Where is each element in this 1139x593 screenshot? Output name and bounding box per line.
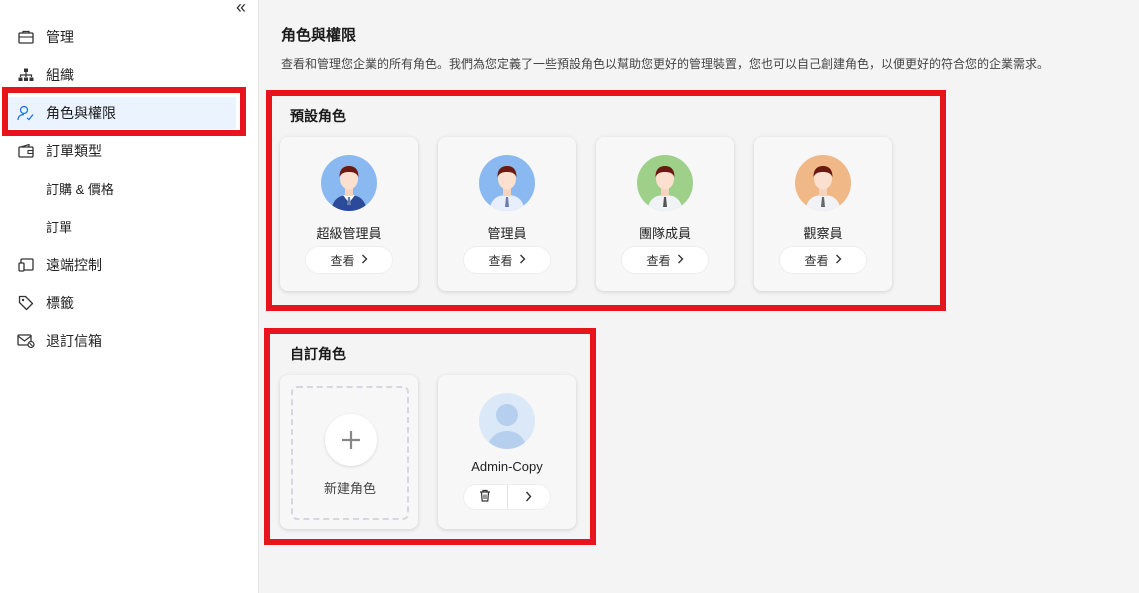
collapse-sidebar-icon[interactable]: « <box>232 0 250 16</box>
sidebar-item-tags[interactable]: 標籤 <box>8 287 236 319</box>
highlight-box <box>264 328 596 545</box>
sidebar-item-label: 標籤 <box>46 295 74 311</box>
sidebar-item-unsubscribe-mail[interactable]: 退訂信箱 <box>8 325 236 357</box>
sidebar-item-label: 遠端控制 <box>46 257 102 273</box>
sidebar-item-orders[interactable]: 訂單 <box>8 210 236 242</box>
sidebar-item-label: 組織 <box>46 67 74 83</box>
sidebar-item-label: 訂單 <box>46 219 73 235</box>
highlight-box <box>2 87 246 136</box>
sidebar-item-label: 訂購 & 價格 <box>46 181 114 197</box>
briefcase-icon <box>16 27 36 47</box>
mail-icon <box>16 331 36 351</box>
sidebar: « 管理 組織 角色與權限 訂單類型 訂購 & 價格 訂單 遠端控制 標籤 退訂… <box>0 0 259 593</box>
tag-icon <box>16 293 36 313</box>
page-description: 查看和管理您企業的所有角色。我們為您定義了一些預設角色以幫助您更好的管理裝置，您… <box>281 57 1050 71</box>
org-tree-icon <box>16 65 36 85</box>
sidebar-item-order-types[interactable]: 訂單類型 <box>8 135 236 167</box>
sidebar-item-label: 訂單類型 <box>46 143 102 159</box>
page-title: 角色與權限 <box>281 27 357 44</box>
sidebar-item-subscription-price[interactable]: 訂購 & 價格 <box>8 172 236 204</box>
highlight-box <box>266 90 946 311</box>
wallet-icon <box>16 141 36 161</box>
sidebar-item-management[interactable]: 管理 <box>8 21 236 53</box>
remote-icon <box>16 255 36 275</box>
sidebar-item-remote-control[interactable]: 遠端控制 <box>8 249 236 281</box>
sidebar-item-label: 管理 <box>46 29 74 45</box>
sidebar-item-label: 退訂信箱 <box>46 333 102 349</box>
